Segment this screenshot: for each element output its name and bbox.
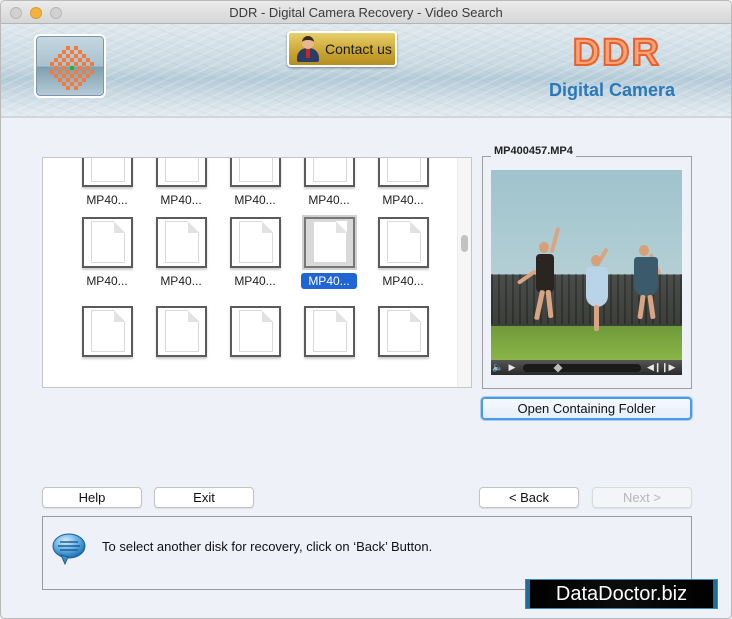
vertical-scrollbar[interactable] xyxy=(457,158,471,387)
file-name: MP40... xyxy=(160,274,202,288)
back-button[interactable]: < Back xyxy=(479,487,579,508)
datadoctor-badge: DataDoctor.biz xyxy=(525,579,718,609)
file-icon xyxy=(230,306,281,357)
file-icon xyxy=(82,158,133,187)
preview-panel: MP400457.MP4 🔈 ▶ ◀❙ ❙▶ xyxy=(482,145,692,389)
file-name: MP40... xyxy=(234,274,276,288)
video-player[interactable]: 🔈 ▶ ◀❙ ❙▶ xyxy=(491,170,682,375)
file-item[interactable]: MP40... xyxy=(72,158,142,221)
volume-icon[interactable]: 🔈 xyxy=(491,362,505,373)
file-icon xyxy=(378,306,429,357)
app-window: DDR - Digital Camera Recovery - Video Se… xyxy=(0,0,732,619)
contact-us-button[interactable]: Contact us xyxy=(287,31,397,67)
file-name: MP40... xyxy=(382,274,424,288)
maximize-window-button[interactable] xyxy=(50,7,62,19)
open-containing-folder-button[interactable]: Open Containing Folder xyxy=(481,397,692,420)
file-name: MP40... xyxy=(234,193,276,207)
next-button[interactable]: Next > xyxy=(592,487,692,508)
window-title: DDR - Digital Camera Recovery - Video Se… xyxy=(229,5,503,20)
play-icon[interactable]: ▶ xyxy=(505,362,519,373)
file-icon xyxy=(82,217,133,268)
file-item[interactable]: MP40... xyxy=(146,217,216,302)
exit-button[interactable]: Exit xyxy=(154,487,254,508)
app-logo xyxy=(34,34,106,98)
file-icon xyxy=(304,158,355,187)
file-item[interactable] xyxy=(146,306,216,387)
brand-subtitle: Digital Camera xyxy=(548,80,675,100)
seek-bar[interactable] xyxy=(523,362,641,373)
file-item[interactable]: MP40... xyxy=(368,158,438,221)
file-icon xyxy=(156,217,207,268)
seek-knob[interactable] xyxy=(553,362,563,373)
file-item[interactable]: MP40... xyxy=(368,217,438,302)
file-icon xyxy=(304,217,355,268)
file-item[interactable] xyxy=(220,306,290,387)
file-name: MP40... xyxy=(382,193,424,207)
file-name: MP40... xyxy=(86,193,128,207)
video-controls: 🔈 ▶ ◀❙ ❙▶ xyxy=(491,360,682,375)
file-item[interactable] xyxy=(368,306,438,387)
file-item[interactable] xyxy=(294,306,364,387)
file-item[interactable] xyxy=(72,306,142,387)
scrollbar-thumb[interactable] xyxy=(461,235,468,252)
file-icon xyxy=(304,306,355,357)
file-icon xyxy=(156,158,207,187)
file-item[interactable]: MP40... xyxy=(220,158,290,221)
help-button[interactable]: Help xyxy=(42,487,142,508)
file-icon xyxy=(82,306,133,357)
video-frame xyxy=(491,170,682,360)
speech-bubble-icon xyxy=(52,533,86,565)
header-banner: Contact us DDR Digital Camera xyxy=(1,24,731,118)
file-name: MP40... xyxy=(308,193,350,207)
file-item[interactable]: MP40... xyxy=(294,158,364,221)
step-back-icon[interactable]: ◀❙ xyxy=(647,362,661,373)
file-icon xyxy=(156,306,207,357)
step-forward-icon[interactable]: ❙▶ xyxy=(661,362,675,373)
contact-us-label: Contact us xyxy=(325,41,392,57)
file-icon xyxy=(230,158,281,187)
file-icon xyxy=(378,158,429,187)
file-item[interactable]: MP40... xyxy=(146,158,216,221)
file-icon xyxy=(230,217,281,268)
file-name: MP40... xyxy=(86,274,128,288)
brand-title: DDR xyxy=(572,31,661,75)
info-message: To select another disk for recovery, cli… xyxy=(102,539,433,554)
close-window-button[interactable] xyxy=(10,7,22,19)
file-item[interactable]: MP40... xyxy=(72,217,142,302)
title-bar: DDR - Digital Camera Recovery - Video Se… xyxy=(1,1,731,24)
file-name: MP40... xyxy=(294,273,364,289)
file-item[interactable]: MP40... xyxy=(294,217,364,302)
file-item[interactable]: MP40... xyxy=(220,217,290,302)
logo-checker-icon xyxy=(50,46,94,90)
file-name: MP40... xyxy=(160,193,202,207)
file-icon xyxy=(378,217,429,268)
minimize-window-button[interactable] xyxy=(30,7,42,19)
preview-filename: MP400457.MP4 xyxy=(491,145,576,157)
file-browser[interactable]: MP40... MP40... MP40... MP40... MP40... MP40.… xyxy=(42,157,472,388)
person-icon xyxy=(297,36,319,62)
